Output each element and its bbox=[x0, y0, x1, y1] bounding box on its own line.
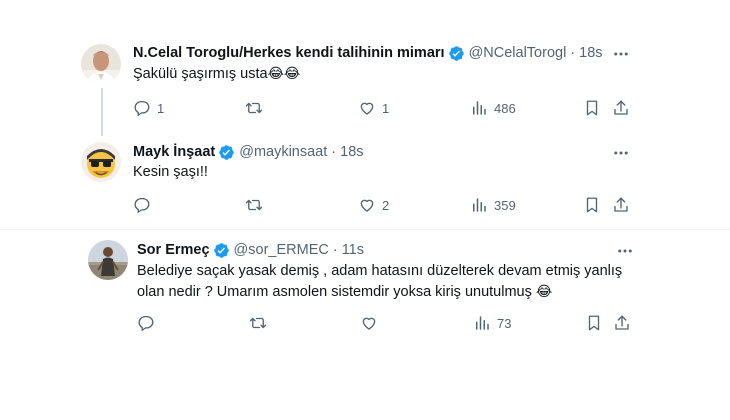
bookmark-button[interactable] bbox=[585, 314, 603, 332]
view-count: 73 bbox=[497, 315, 512, 331]
share-icon bbox=[612, 99, 630, 117]
view-count: 486 bbox=[494, 100, 516, 116]
action-bar: 1 1 486 bbox=[133, 99, 633, 119]
tweet-3[interactable]: Sor Ermeç @sor_ERMEC · 11s Belediye saça… bbox=[0, 230, 730, 350]
reply-icon bbox=[137, 314, 155, 332]
share-button[interactable] bbox=[612, 99, 630, 117]
tweet-text-line-1: Belediye saçak yasak demiş , adam hatası… bbox=[137, 263, 623, 279]
verified-badge-icon bbox=[213, 242, 230, 259]
bookmark-icon bbox=[583, 99, 601, 117]
bookmark-icon bbox=[585, 314, 603, 332]
like-button[interactable] bbox=[360, 314, 384, 332]
tweet-text: Kesin şaşı!! bbox=[133, 164, 208, 180]
like-button[interactable]: 1 bbox=[358, 99, 389, 117]
avatar[interactable] bbox=[81, 142, 121, 182]
retweet-icon bbox=[245, 196, 263, 214]
tweet-text: Belediye saçak yasak demiş , adam hatası… bbox=[137, 261, 637, 303]
emoji: 😂😂 bbox=[267, 66, 301, 82]
handle[interactable]: @NCelalTorogl bbox=[469, 44, 567, 62]
retweet-button[interactable] bbox=[249, 314, 273, 332]
more-icon[interactable] bbox=[612, 45, 630, 63]
tweet-text: Şakülü şaşırmış usta😂😂 bbox=[133, 66, 301, 82]
reply-icon bbox=[133, 99, 151, 117]
bookmark-button[interactable] bbox=[583, 99, 601, 117]
verified-badge-icon bbox=[218, 144, 235, 161]
handle[interactable]: @sor_ERMEC bbox=[234, 241, 329, 259]
reply-button[interactable]: 1 bbox=[133, 99, 164, 117]
reply-button[interactable] bbox=[133, 196, 157, 214]
bookmark-button[interactable] bbox=[583, 196, 601, 214]
views-button[interactable]: 486 bbox=[470, 99, 516, 117]
timestamp[interactable]: 18s bbox=[340, 143, 363, 161]
heart-icon bbox=[360, 314, 378, 332]
views-icon bbox=[470, 99, 488, 117]
views-button[interactable]: 73 bbox=[473, 314, 511, 332]
tweet-1[interactable]: N.Celal Toroglu/Herkes kendi talihinin m… bbox=[0, 0, 730, 136]
handle[interactable]: @maykinsaat bbox=[239, 143, 327, 161]
like-count: 2 bbox=[382, 197, 390, 213]
retweet-icon bbox=[249, 314, 267, 332]
share-button[interactable] bbox=[613, 314, 631, 332]
avatar[interactable] bbox=[88, 240, 128, 280]
separator: · bbox=[570, 45, 576, 61]
separator: · bbox=[331, 144, 337, 160]
share-button[interactable] bbox=[612, 196, 630, 214]
emoji: 😂 bbox=[535, 284, 553, 300]
heart-icon bbox=[358, 99, 376, 117]
heart-icon bbox=[358, 196, 376, 214]
reply-icon bbox=[133, 196, 151, 214]
timestamp[interactable]: 11s bbox=[342, 241, 364, 259]
more-icon[interactable] bbox=[616, 242, 634, 260]
action-bar: 2 359 bbox=[133, 196, 633, 216]
avatar-photo bbox=[88, 240, 128, 280]
share-icon bbox=[613, 314, 631, 332]
display-name[interactable]: Sor Ermeç bbox=[137, 241, 210, 259]
avatar-emoji-face bbox=[81, 142, 121, 182]
share-icon bbox=[612, 196, 630, 214]
more-icon[interactable] bbox=[612, 144, 630, 162]
action-bar: 73 bbox=[137, 314, 637, 334]
verified-badge-icon bbox=[448, 45, 465, 62]
reply-button[interactable] bbox=[137, 314, 161, 332]
avatar-photo bbox=[81, 44, 121, 84]
tweet-text-line-2: olan nedir ? Umarım asmolen sistemdir yo… bbox=[137, 284, 553, 300]
retweet-button[interactable] bbox=[245, 99, 269, 117]
like-count: 1 bbox=[382, 100, 390, 116]
view-count: 359 bbox=[494, 197, 516, 213]
bookmark-icon bbox=[583, 196, 601, 214]
separator: · bbox=[332, 242, 338, 258]
views-icon bbox=[470, 196, 488, 214]
views-button[interactable]: 359 bbox=[470, 196, 516, 214]
reply-count: 1 bbox=[157, 100, 165, 116]
display-name[interactable]: N.Celal Toroglu/Herkes kendi talihinin m… bbox=[133, 44, 445, 62]
display-name[interactable]: Mayk İnşaat bbox=[133, 143, 215, 161]
like-button[interactable]: 2 bbox=[358, 196, 389, 214]
retweet-button[interactable] bbox=[245, 196, 269, 214]
timestamp[interactable]: 18s bbox=[579, 44, 602, 62]
views-icon bbox=[473, 314, 491, 332]
retweet-icon bbox=[245, 99, 263, 117]
tweet-2[interactable]: Mayk İnşaat @maykinsaat · 18s Kesin şaşı… bbox=[0, 125, 730, 230]
avatar[interactable] bbox=[81, 44, 121, 84]
